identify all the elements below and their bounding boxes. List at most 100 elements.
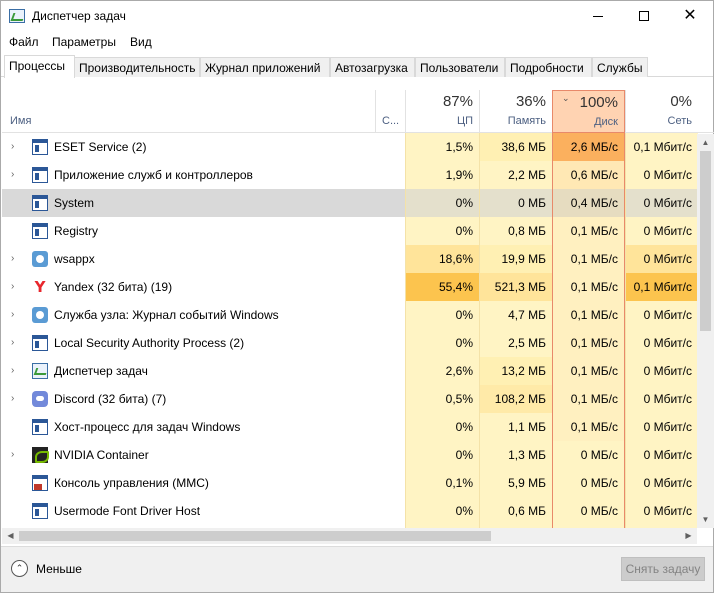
- table-row[interactable]: › Диспетчер задач 2,6% 13,2 МБ 0,1 МБ/с 0 Мби…: [2, 357, 714, 385]
- vertical-scroll-thumb[interactable]: [700, 151, 711, 331]
- table-row[interactable]: › Y Yandex (32 бита) (19) 55,4% 521,3 МБ 0,1 …: [2, 273, 714, 301]
- tab-users[interactable]: Пользователи: [415, 57, 505, 77]
- table-row[interactable]: › wsappx 18,6% 19,9 МБ 0,1 МБ/с 0 Мбит/с: [2, 245, 714, 273]
- disk-cell: 2,6 МБ/с: [552, 133, 625, 161]
- expand-chevron-icon[interactable]: ›: [11, 281, 14, 292]
- table-row[interactable]: Хост-процесс для задач Windows 0% 1,1 МБ 0,…: [2, 413, 714, 441]
- table-row[interactable]: › Служба узла: Журнал событий Windows 0% 4,…: [2, 301, 714, 329]
- table-row[interactable]: › NVIDIA Container 0% 1,3 МБ 0 МБ/с 0 Мбит/с: [2, 441, 714, 469]
- process-name: NVIDIA Container: [54, 448, 149, 462]
- expand-chevron-icon[interactable]: ›: [11, 141, 14, 152]
- status-cell: [375, 497, 405, 525]
- task-manager-icon: [9, 9, 25, 23]
- table-row[interactable]: Консоль управления (MMC) 0,1% 5,9 МБ 0 МБ/с…: [2, 469, 714, 497]
- horizontal-scroll-thumb[interactable]: [19, 531, 491, 541]
- disk-cell: 0,1 МБ/с: [552, 357, 625, 385]
- cpu-percent: 87%: [442, 93, 473, 110]
- column-disk[interactable]: ⌄ 100% Диск: [552, 90, 625, 133]
- close-button[interactable]: ✕: [667, 1, 713, 31]
- menu-file[interactable]: Файл: [9, 35, 39, 49]
- vertical-scrollbar[interactable]: ▲ ▼: [697, 134, 714, 528]
- tab-startup[interactable]: Автозагрузка: [330, 57, 415, 77]
- cpu-label: ЦП: [456, 115, 473, 127]
- table-row[interactable]: System 0% 0 МБ 0,4 МБ/с 0 Мбит/с: [2, 189, 714, 217]
- cpu-cell: 0%: [405, 189, 479, 217]
- expand-chevron-icon[interactable]: ›: [11, 253, 14, 264]
- scroll-left-icon[interactable]: ◀: [2, 528, 19, 544]
- yandex-icon: Y: [34, 278, 46, 296]
- menu-options[interactable]: Параметры: [52, 35, 116, 49]
- table-row[interactable]: Usermode Font Driver Host 0% 0,6 МБ 0 МБ/с 0…: [2, 497, 714, 525]
- process-name: ESET Service (2): [54, 140, 147, 154]
- mmc-icon: [32, 475, 48, 491]
- table-row[interactable]: Registry 0% 0,8 МБ 0,1 МБ/с 0 Мбит/с: [2, 217, 714, 245]
- window-icon: [32, 167, 48, 183]
- table-row[interactable]: › Приложение служб и контроллеров 1,9% 2,2 …: [2, 161, 714, 189]
- tab-processes[interactable]: Процессы: [4, 55, 75, 78]
- cpu-cell: 0,1%: [405, 469, 479, 497]
- cpu-cell: 2,6%: [405, 357, 479, 385]
- table-row[interactable]: › Discord (32 бита) (7) 0,5% 108,2 МБ 0,1 МБ…: [2, 385, 714, 413]
- table-row[interactable]: › ESET Service (2) 1,5% 38,6 МБ 2,6 МБ/с 0,1 …: [2, 133, 714, 161]
- column-network[interactable]: 0% Сеть: [625, 90, 698, 133]
- column-status[interactable]: С...: [375, 90, 405, 133]
- memory-cell: 1,3 МБ: [479, 441, 552, 469]
- minimize-icon: [593, 15, 603, 17]
- fewer-details-link[interactable]: Меньше: [36, 562, 82, 576]
- cpu-cell: 55,4%: [405, 273, 479, 301]
- column-name-label: Имя: [10, 115, 32, 127]
- cpu-cell: 0%: [405, 329, 479, 357]
- menu-bar: Файл Параметры Вид: [1, 32, 713, 52]
- memory-cell: 521,3 МБ: [479, 273, 552, 301]
- table-row[interactable]: › Local Security Authority Process (2) 0% 2…: [2, 329, 714, 357]
- sort-descending-icon: ⌄: [562, 93, 570, 103]
- network-cell: 0 Мбит/с: [625, 413, 698, 441]
- horizontal-scrollbar[interactable]: ◀ ▶: [2, 528, 697, 544]
- disk-cell: 0,1 МБ/с: [552, 329, 625, 357]
- end-task-button[interactable]: Снять задачу: [621, 557, 705, 581]
- expand-chevron-icon[interactable]: ›: [11, 309, 14, 320]
- column-cpu[interactable]: 87% ЦП: [405, 90, 479, 133]
- expand-chevron-icon[interactable]: ›: [11, 169, 14, 180]
- expand-chevron-icon[interactable]: ›: [11, 365, 14, 376]
- tab-app-history[interactable]: Журнал приложений: [200, 57, 330, 77]
- expand-chevron-icon[interactable]: ›: [11, 393, 14, 404]
- column-memory[interactable]: 36% Память: [479, 90, 552, 133]
- network-label: Сеть: [667, 115, 692, 127]
- memory-cell: 5,9 МБ: [479, 469, 552, 497]
- tab-details[interactable]: Подробности: [505, 57, 592, 77]
- expand-chevron-icon[interactable]: ›: [11, 449, 14, 460]
- expand-chevron-icon[interactable]: ›: [11, 337, 14, 348]
- network-cell: 0 Мбит/с: [625, 469, 698, 497]
- network-cell: 0 Мбит/с: [625, 385, 698, 413]
- column-name[interactable]: Имя: [2, 90, 375, 133]
- title-bar[interactable]: Диспетчер задач ✕: [1, 1, 713, 31]
- network-cell: 0 Мбит/с: [625, 161, 698, 189]
- scroll-right-icon[interactable]: ▶: [680, 528, 697, 544]
- process-table: Имя С... 87% ЦП 36% Память ⌄ 100% Диск 0…: [2, 90, 714, 528]
- status-cell: [375, 161, 405, 189]
- status-cell: [375, 441, 405, 469]
- network-cell: 0 Мбит/с: [625, 301, 698, 329]
- tab-services[interactable]: Службы: [592, 57, 648, 77]
- network-cell: 0 Мбит/с: [625, 357, 698, 385]
- disk-cell: 0 МБ/с: [552, 441, 625, 469]
- close-icon: ✕: [683, 7, 697, 24]
- disk-cell: 0,1 МБ/с: [552, 245, 625, 273]
- window-icon: [32, 503, 48, 519]
- scroll-down-icon[interactable]: ▼: [697, 511, 714, 528]
- window-icon: [32, 335, 48, 351]
- maximize-button[interactable]: [621, 1, 667, 31]
- window-title: Диспетчер задач: [32, 9, 126, 23]
- process-name: Хост-процесс для задач Windows: [54, 420, 241, 434]
- scroll-up-icon[interactable]: ▲: [697, 134, 714, 151]
- tab-performance[interactable]: Производительность: [74, 57, 200, 77]
- collapse-up-icon[interactable]: ⌃: [11, 560, 28, 577]
- process-name: System: [54, 196, 95, 210]
- window-icon: [32, 139, 48, 155]
- column-status-label: С...: [382, 115, 400, 127]
- minimize-button[interactable]: [575, 1, 621, 31]
- memory-label: Память: [507, 115, 546, 127]
- menu-view[interactable]: Вид: [130, 35, 152, 49]
- cpu-cell: 0%: [405, 301, 479, 329]
